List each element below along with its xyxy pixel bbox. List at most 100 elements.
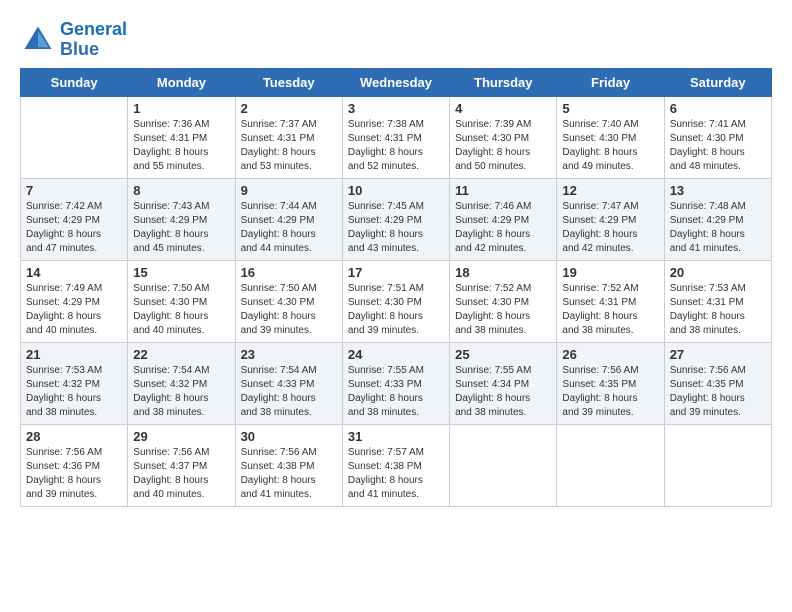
day-number: 2 [241,101,337,116]
day-info: Sunrise: 7:57 AM Sunset: 4:38 PM Dayligh… [348,446,444,502]
day-header-saturday: Saturday [664,68,771,96]
day-number: 27 [670,347,766,362]
calendar-cell: 18 Sunrise: 7:52 AM Sunset: 4:30 PM Dayli… [450,260,557,342]
day-info: Sunrise: 7:52 AM Sunset: 4:30 PM Dayligh… [455,282,551,338]
calendar-cell: 26 Sunrise: 7:56 AM Sunset: 4:35 PM Dayli… [557,342,664,424]
day-header-wednesday: Wednesday [342,68,449,96]
day-info: Sunrise: 7:56 AM Sunset: 4:36 PM Dayligh… [26,446,122,502]
day-info: Sunrise: 7:54 AM Sunset: 4:32 PM Dayligh… [133,364,229,420]
calendar-cell: 9 Sunrise: 7:44 AM Sunset: 4:29 PM Daylig… [235,178,342,260]
day-info: Sunrise: 7:43 AM Sunset: 4:29 PM Dayligh… [133,200,229,256]
logo: General Blue [20,20,127,60]
day-number: 22 [133,347,229,362]
day-number: 17 [348,265,444,280]
calendar-table: SundayMondayTuesdayWednesdayThursdayFrid… [20,68,772,507]
day-number: 10 [348,183,444,198]
calendar-week-row: 14 Sunrise: 7:49 AM Sunset: 4:29 PM Dayli… [21,260,772,342]
calendar-cell: 22 Sunrise: 7:54 AM Sunset: 4:32 PM Dayli… [128,342,235,424]
calendar-cell: 24 Sunrise: 7:55 AM Sunset: 4:33 PM Dayli… [342,342,449,424]
day-number: 5 [562,101,658,116]
day-info: Sunrise: 7:56 AM Sunset: 4:37 PM Dayligh… [133,446,229,502]
calendar-cell: 19 Sunrise: 7:52 AM Sunset: 4:31 PM Dayli… [557,260,664,342]
calendar-cell [664,424,771,506]
calendar-cell: 23 Sunrise: 7:54 AM Sunset: 4:33 PM Dayli… [235,342,342,424]
calendar-cell: 8Sunrise: 7:43 AM Sunset: 4:29 PM Daylig… [128,178,235,260]
day-number: 14 [26,265,122,280]
day-info: Sunrise: 7:50 AM Sunset: 4:30 PM Dayligh… [133,282,229,338]
day-header-thursday: Thursday [450,68,557,96]
day-info: Sunrise: 7:50 AM Sunset: 4:30 PM Dayligh… [241,282,337,338]
day-info: Sunrise: 7:56 AM Sunset: 4:38 PM Dayligh… [241,446,337,502]
day-info: Sunrise: 7:36 AM Sunset: 4:31 PM Dayligh… [133,118,229,174]
day-number: 28 [26,429,122,444]
day-info: Sunrise: 7:41 AM Sunset: 4:30 PM Dayligh… [670,118,766,174]
calendar-cell: 30Sunrise: 7:56 AM Sunset: 4:38 PM Dayli… [235,424,342,506]
day-info: Sunrise: 7:54 AM Sunset: 4:33 PM Dayligh… [241,364,337,420]
day-header-sunday: Sunday [21,68,128,96]
calendar-week-row: 21Sunrise: 7:53 AM Sunset: 4:32 PM Dayli… [21,342,772,424]
day-info: Sunrise: 7:40 AM Sunset: 4:30 PM Dayligh… [562,118,658,174]
day-info: Sunrise: 7:48 AM Sunset: 4:29 PM Dayligh… [670,200,766,256]
calendar-cell: 27 Sunrise: 7:56 AM Sunset: 4:35 PM Dayli… [664,342,771,424]
day-info: Sunrise: 7:51 AM Sunset: 4:30 PM Dayligh… [348,282,444,338]
calendar-cell: 4 Sunrise: 7:39 AM Sunset: 4:30 PM Daylig… [450,96,557,178]
day-info: Sunrise: 7:37 AM Sunset: 4:31 PM Dayligh… [241,118,337,174]
calendar-cell: 10 Sunrise: 7:45 AM Sunset: 4:29 PM Dayli… [342,178,449,260]
day-number: 7 [26,183,122,198]
day-info: Sunrise: 7:46 AM Sunset: 4:29 PM Dayligh… [455,200,551,256]
day-info: Sunrise: 7:52 AM Sunset: 4:31 PM Dayligh… [562,282,658,338]
day-info: Sunrise: 7:56 AM Sunset: 4:35 PM Dayligh… [670,364,766,420]
calendar-cell [21,96,128,178]
calendar-cell: 28 Sunrise: 7:56 AM Sunset: 4:36 PM Dayli… [21,424,128,506]
calendar-week-row: 28 Sunrise: 7:56 AM Sunset: 4:36 PM Dayli… [21,424,772,506]
day-number: 29 [133,429,229,444]
calendar-cell: 13 Sunrise: 7:48 AM Sunset: 4:29 PM Dayli… [664,178,771,260]
day-info: Sunrise: 7:55 AM Sunset: 4:33 PM Dayligh… [348,364,444,420]
calendar-cell: 11Sunrise: 7:46 AM Sunset: 4:29 PM Dayli… [450,178,557,260]
day-number: 3 [348,101,444,116]
calendar-cell: 20 Sunrise: 7:53 AM Sunset: 4:31 PM Dayli… [664,260,771,342]
page-header: General Blue [20,20,772,60]
calendar-cell [450,424,557,506]
calendar-cell: 16 Sunrise: 7:50 AM Sunset: 4:30 PM Dayli… [235,260,342,342]
day-info: Sunrise: 7:53 AM Sunset: 4:31 PM Dayligh… [670,282,766,338]
day-info: Sunrise: 7:45 AM Sunset: 4:29 PM Dayligh… [348,200,444,256]
day-number: 18 [455,265,551,280]
calendar-cell: 31 Sunrise: 7:57 AM Sunset: 4:38 PM Dayli… [342,424,449,506]
day-number: 26 [562,347,658,362]
day-header-monday: Monday [128,68,235,96]
day-number: 15 [133,265,229,280]
day-number: 24 [348,347,444,362]
calendar-week-row: 7 Sunrise: 7:42 AM Sunset: 4:29 PM Daylig… [21,178,772,260]
day-info: Sunrise: 7:39 AM Sunset: 4:30 PM Dayligh… [455,118,551,174]
day-number: 23 [241,347,337,362]
day-number: 9 [241,183,337,198]
day-info: Sunrise: 7:55 AM Sunset: 4:34 PM Dayligh… [455,364,551,420]
day-info: Sunrise: 7:42 AM Sunset: 4:29 PM Dayligh… [26,200,122,256]
day-number: 21 [26,347,122,362]
day-number: 4 [455,101,551,116]
day-number: 16 [241,265,337,280]
day-number: 19 [562,265,658,280]
calendar-cell: 21Sunrise: 7:53 AM Sunset: 4:32 PM Dayli… [21,342,128,424]
calendar-cell: 12Sunrise: 7:47 AM Sunset: 4:29 PM Dayli… [557,178,664,260]
logo-text: General Blue [60,20,127,60]
day-info: Sunrise: 7:49 AM Sunset: 4:29 PM Dayligh… [26,282,122,338]
day-number: 6 [670,101,766,116]
calendar-cell: 14 Sunrise: 7:49 AM Sunset: 4:29 PM Dayli… [21,260,128,342]
calendar-cell: 15 Sunrise: 7:50 AM Sunset: 4:30 PM Dayli… [128,260,235,342]
day-header-friday: Friday [557,68,664,96]
calendar-cell: 17 Sunrise: 7:51 AM Sunset: 4:30 PM Dayli… [342,260,449,342]
day-number: 31 [348,429,444,444]
calendar-cell: 1 Sunrise: 7:36 AM Sunset: 4:31 PM Daylig… [128,96,235,178]
calendar-cell: 2 Sunrise: 7:37 AM Sunset: 4:31 PM Daylig… [235,96,342,178]
day-info: Sunrise: 7:56 AM Sunset: 4:35 PM Dayligh… [562,364,658,420]
day-number: 25 [455,347,551,362]
calendar-cell: 6 Sunrise: 7:41 AM Sunset: 4:30 PM Daylig… [664,96,771,178]
day-number: 1 [133,101,229,116]
day-info: Sunrise: 7:44 AM Sunset: 4:29 PM Dayligh… [241,200,337,256]
calendar-week-row: 1 Sunrise: 7:36 AM Sunset: 4:31 PM Daylig… [21,96,772,178]
day-number: 20 [670,265,766,280]
calendar-cell: 7 Sunrise: 7:42 AM Sunset: 4:29 PM Daylig… [21,178,128,260]
day-number: 13 [670,183,766,198]
